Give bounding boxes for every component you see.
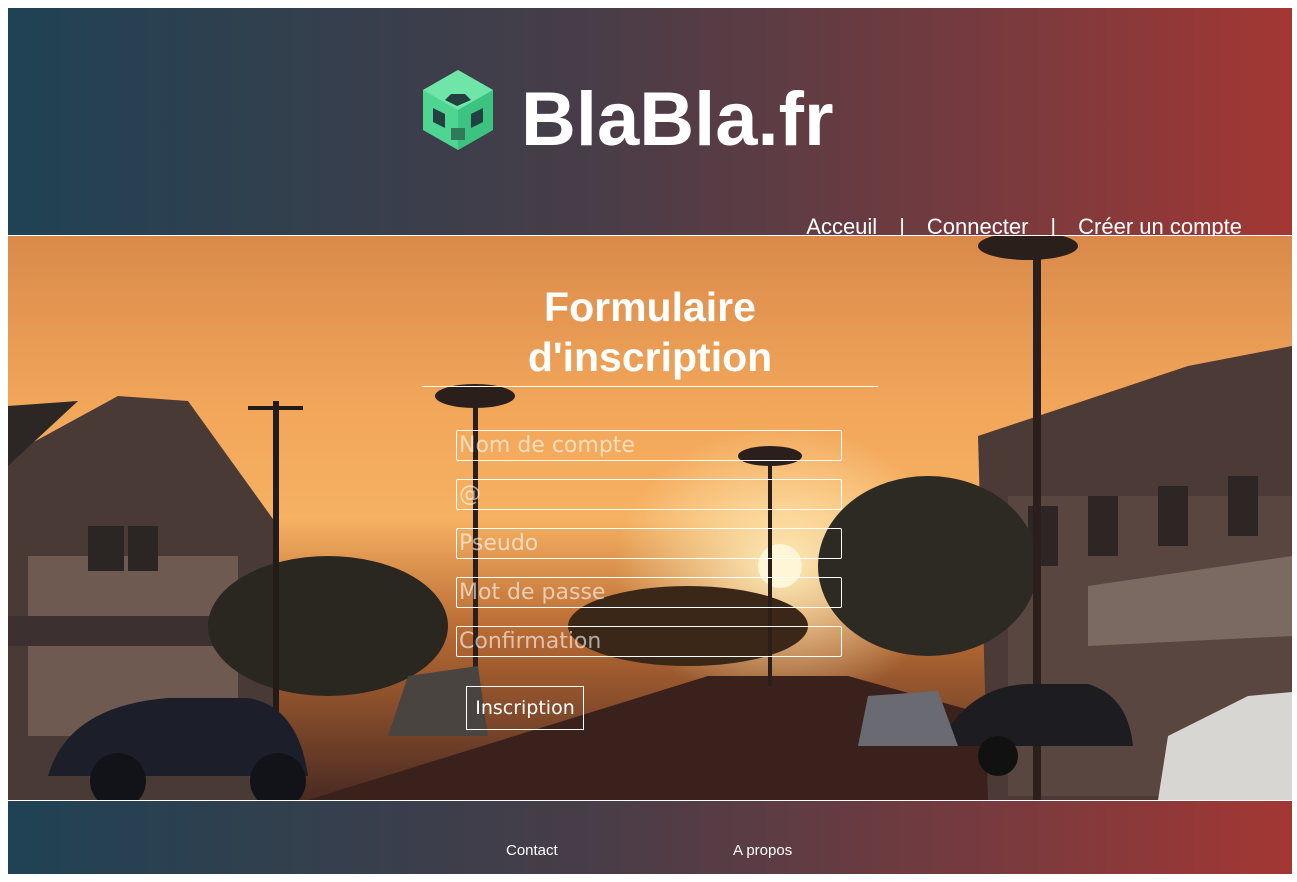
site-header: BlaBla.fr Acceuil | Connecter | Créer un com… [8,8,1292,239]
footer-link-contact[interactable]: Contact [506,842,558,859]
site-footer: Contact A propos [8,801,1292,874]
password-confirmation-field[interactable] [456,626,842,657]
account-name-field[interactable] [456,430,842,461]
password-field[interactable] [456,577,842,608]
inscription-button[interactable]: Inscription [466,686,584,730]
pseudo-field[interactable] [456,528,842,559]
hero-section: Formulaire d'inscription Inscription [8,236,1292,800]
site-title: BlaBla.fr [521,77,834,162]
email-field[interactable] [456,479,842,510]
cube-logo-icon[interactable] [413,68,503,158]
form-title: Formulaire d'inscription [422,282,878,387]
footer-link-a-propos[interactable]: A propos [733,842,792,859]
